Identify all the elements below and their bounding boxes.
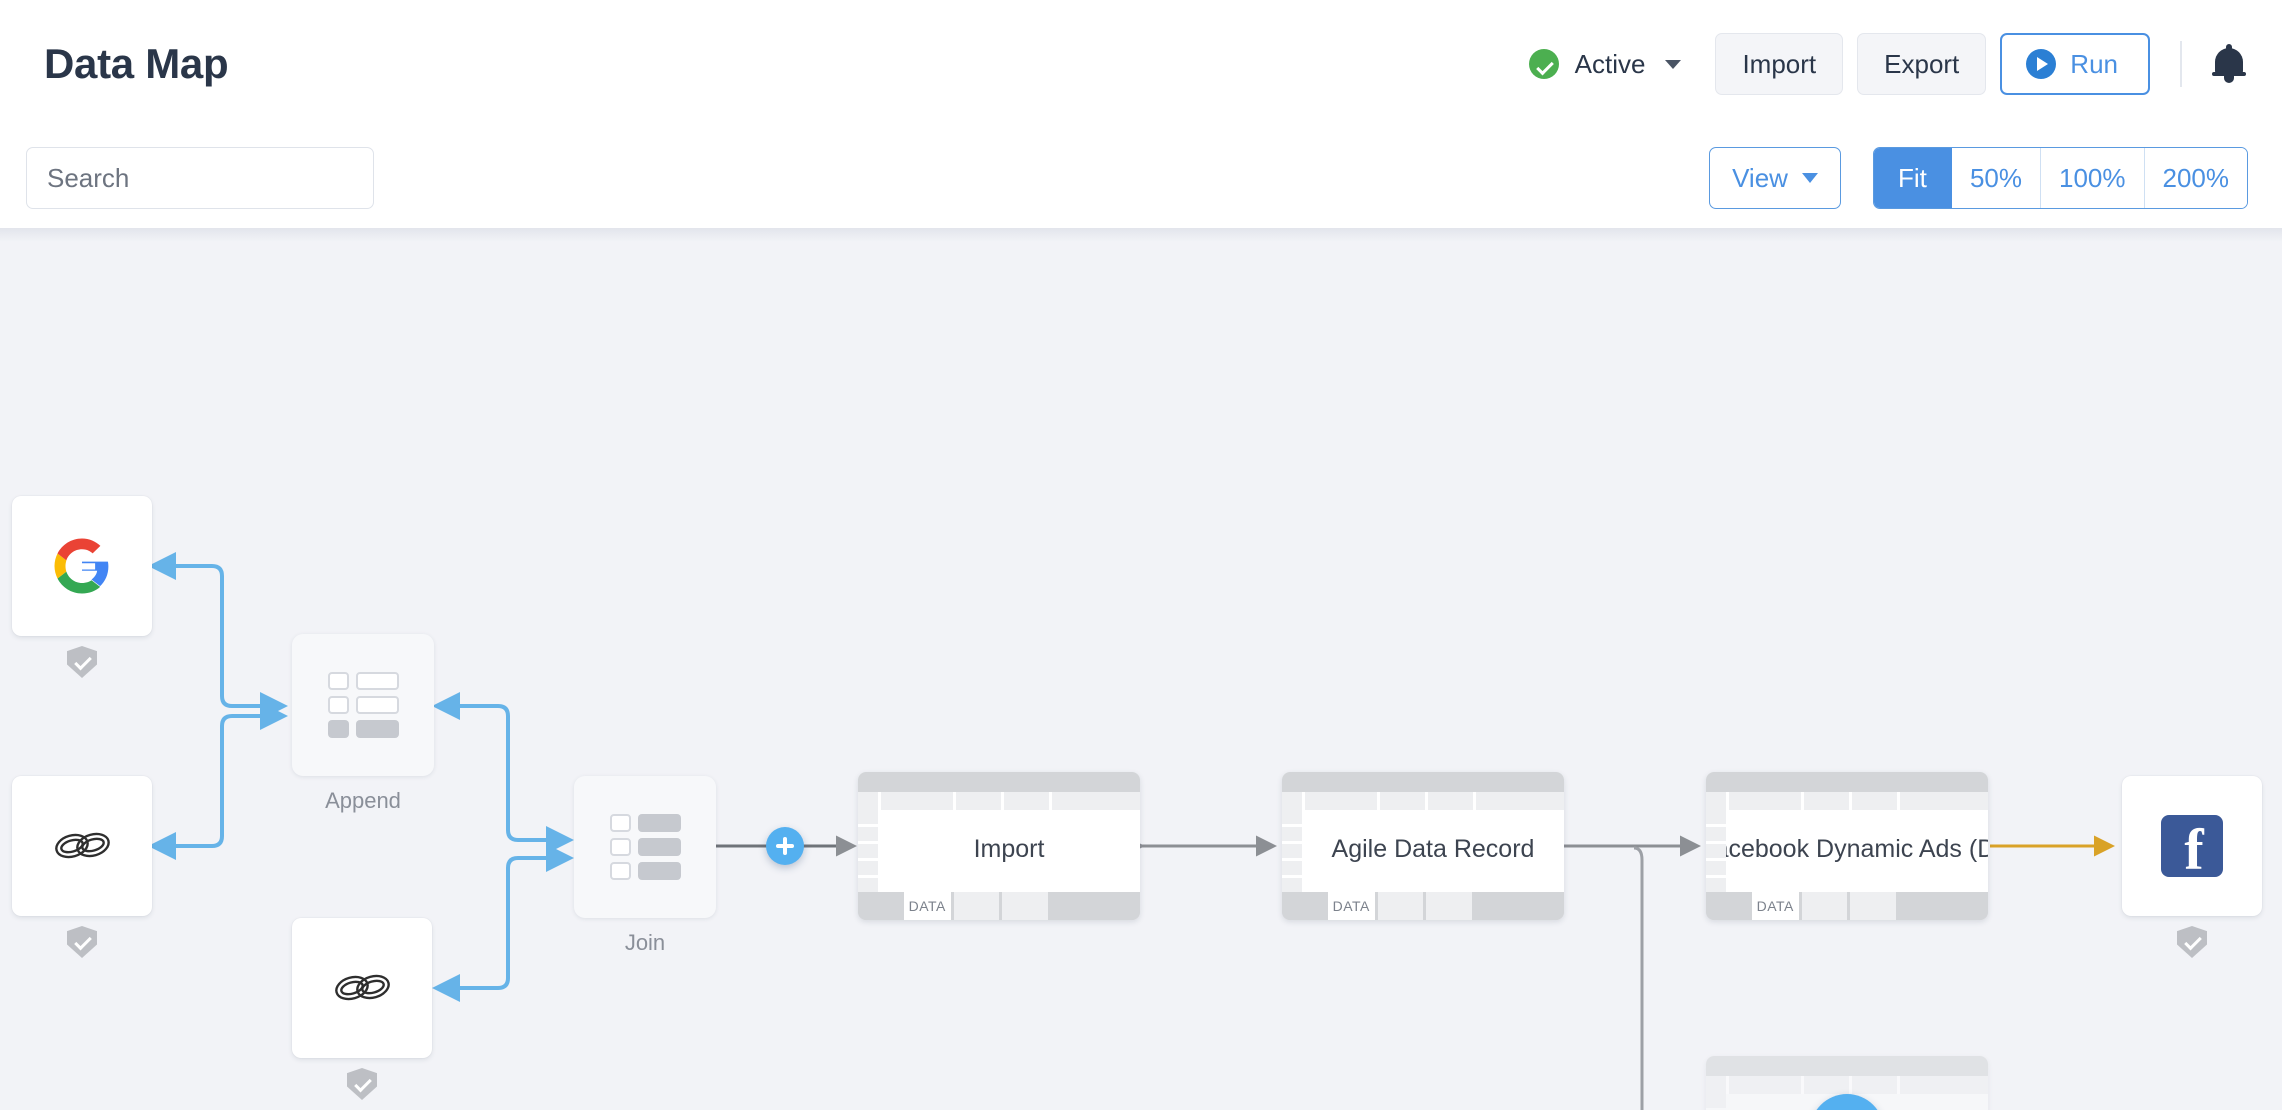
node-append[interactable]: Append <box>292 634 434 814</box>
chevron-down-icon <box>1665 60 1681 69</box>
canvas-toolbar: View Fit 50% 100% 200% <box>0 128 2282 228</box>
header-actions: Active Import Export Run <box>1529 33 2246 95</box>
import-button[interactable]: Import <box>1715 33 1843 95</box>
search-input[interactable] <box>26 147 374 209</box>
node-label: Append <box>292 788 434 814</box>
add-node-button[interactable] <box>766 827 804 865</box>
bell-icon[interactable] <box>2212 44 2246 84</box>
page-title: Data Map <box>44 40 228 88</box>
link-chain-icon <box>46 823 118 869</box>
source-tile[interactable] <box>12 496 152 636</box>
run-button-label: Run <box>2070 49 2118 80</box>
check-circle-icon <box>1529 49 1559 79</box>
card-title: Agile Data Record <box>1302 810 1564 892</box>
export-button[interactable]: Export <box>1857 33 1986 95</box>
card-title: Facebook Dynamic Ads (Del <box>1726 810 1988 892</box>
header-divider <box>2180 41 2182 87</box>
node-import-card[interactable]: Import DATA <box>858 772 1140 920</box>
source-tile[interactable] <box>292 918 432 1058</box>
shield-check-icon <box>2177 926 2207 958</box>
shield-check-icon <box>67 926 97 958</box>
status-selector[interactable]: Active <box>1529 49 1682 80</box>
run-button[interactable]: Run <box>2000 33 2150 95</box>
shield-check-icon <box>347 1068 377 1100</box>
zoom-50-button[interactable]: 50% <box>1952 148 2041 208</box>
app-header: Data Map Active Import Export Run <box>0 0 2282 128</box>
dataset-card[interactable]: Agile Data Record DATA <box>1282 772 1564 920</box>
zoom-100-button[interactable]: 100% <box>2041 148 2145 208</box>
append-table-icon <box>328 672 399 738</box>
node-facebook-dynamic-ads-card[interactable]: Facebook Dynamic Ads (Del DATA <box>1706 772 1988 920</box>
link-chain-icon <box>326 965 398 1011</box>
card-title: Import <box>878 810 1140 892</box>
card-footer-tab[interactable]: DATA <box>1328 892 1375 920</box>
node-link-source-2[interactable] <box>292 918 432 1100</box>
zoom-200-button[interactable]: 200% <box>2145 148 2248 208</box>
facebook-logo-icon <box>2161 815 2223 877</box>
flow-canvas[interactable]: Append Join <box>0 228 2282 1110</box>
play-icon <box>2026 49 2056 79</box>
node-join[interactable]: Join <box>574 776 716 956</box>
status-label: Active <box>1575 49 1646 80</box>
node-label: Join <box>574 930 716 956</box>
transform-tile[interactable] <box>574 776 716 918</box>
join-table-icon <box>610 814 681 880</box>
node-facebook-destination[interactable] <box>2122 776 2262 958</box>
dataset-card[interactable]: Facebook Dynamic Ads (Del DATA <box>1706 772 1988 920</box>
source-tile[interactable] <box>12 776 152 916</box>
card-footer-tab[interactable]: DATA <box>1752 892 1799 920</box>
view-dropdown[interactable]: View <box>1709 147 1841 209</box>
node-agile-data-record-card[interactable]: Agile Data Record DATA <box>1282 772 1564 920</box>
toolbar-right-group: View Fit 50% 100% 200% <box>1709 147 2248 209</box>
shield-check-icon <box>67 646 97 678</box>
node-placeholder-card[interactable]: Data <box>1706 1056 1988 1110</box>
view-dropdown-label: View <box>1732 163 1788 194</box>
dataset-card[interactable]: Import DATA <box>858 772 1140 920</box>
card-footer-tab[interactable]: DATA <box>904 892 951 920</box>
destination-tile[interactable] <box>2122 776 2262 916</box>
zoom-level-group: Fit 50% 100% 200% <box>1873 147 2248 209</box>
transform-tile[interactable] <box>292 634 434 776</box>
google-logo-icon <box>52 536 112 596</box>
node-link-source-1[interactable] <box>12 776 152 958</box>
zoom-fit-button[interactable]: Fit <box>1874 148 1952 208</box>
node-google-source[interactable] <box>12 496 152 678</box>
chevron-down-icon <box>1802 173 1818 183</box>
